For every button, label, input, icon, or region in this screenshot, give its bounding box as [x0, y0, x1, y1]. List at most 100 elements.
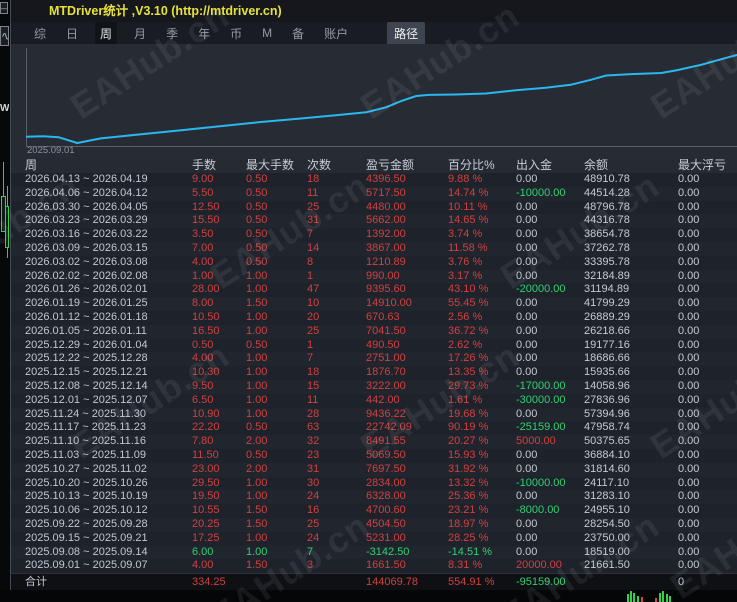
cell-lots: 29.50 [192, 476, 220, 489]
table-row[interactable]: 2025.10.27 ~ 2025.11.02 23.00 2.00 31 7697.5… [11, 462, 737, 477]
menu-item-6[interactable]: 年 [195, 22, 213, 45]
cell-week: 2025.12.01 ~ 2025.12.07 [25, 393, 148, 406]
cell-count: 32 [307, 435, 320, 448]
table-row[interactable]: 2026.01.05 ~ 2026.01.11 16.50 1.00 25 7041.5… [11, 324, 737, 339]
cell-lots: 6.50 [192, 393, 214, 406]
path-button[interactable]: 路径 [387, 21, 426, 45]
table-row[interactable]: 2025.09.08 ~ 2025.09.14 6.00 1.00 7 -3142.50… [11, 545, 737, 560]
table-row[interactable]: 2026.01.12 ~ 2026.01.18 10.50 1.00 20 670.63… [11, 310, 737, 325]
cell-max_lots: 1.00 [246, 310, 268, 323]
total-pct: 554.91 % [448, 576, 495, 589]
cell-count: 25 [307, 324, 320, 337]
cell-pct: 2.62 % [448, 338, 483, 351]
menu-item-4[interactable]: 月 [131, 22, 149, 45]
cell-week: 2026.04.13 ~ 2026.04.19 [25, 173, 148, 185]
table-row[interactable]: 2025.09.22 ~ 2025.09.28 20.25 1.50 25 4504.5… [11, 517, 737, 532]
table-row[interactable]: 2025.12.29 ~ 2026.01.04 0.50 0.50 1 490.50 2.… [11, 338, 737, 353]
cell-count: 63 [307, 421, 320, 434]
table-row[interactable]: 2026.04.06 ~ 2026.04.12 5.50 0.50 11 5717.50… [11, 186, 737, 201]
table-row[interactable]: 2025.11.10 ~ 2025.11.16 7.80 2.00 32 8491.55… [11, 435, 737, 449]
left-toolbar-icon[interactable]: ∿ [0, 26, 9, 46]
cell-max_float: 0.00 [678, 324, 700, 337]
menu-item-7[interactable]: 币 [227, 22, 245, 45]
cell-max_lots: 1.00 [246, 545, 268, 558]
total-lots: 334.25 [192, 576, 226, 589]
cell-balance: 21661.50 [584, 559, 630, 572]
cell-count: 25 [307, 200, 320, 213]
cell-lots: 5.50 [192, 186, 214, 199]
cell-pct: 18.97 % [448, 517, 489, 530]
table-row[interactable]: 2025.11.17 ~ 2025.11.23 22.20 0.50 63 22742.… [11, 421, 737, 436]
cell-max_float: 0.00 [678, 435, 700, 448]
cell-io: 0.00 [516, 173, 538, 185]
table-row[interactable]: 2026.04.13 ~ 2026.04.19 9.00 0.50 18 4396.50… [11, 173, 737, 187]
cell-balance: 48910.78 [584, 173, 630, 185]
cell-count: 7 [307, 545, 314, 558]
cell-max_lots: 2.00 [246, 435, 268, 448]
cell-lots: 4.00 [192, 255, 214, 268]
table-row[interactable]: 2025.12.22 ~ 2025.12.28 4.00 1.00 7 2751.00 1… [11, 352, 737, 367]
menu-item-8[interactable]: M [259, 23, 275, 43]
cell-week: 2026.04.06 ~ 2026.04.12 [25, 186, 148, 199]
table-row[interactable]: 2026.01.19 ~ 2026.01.25 8.00 1.50 10 14910.0… [11, 297, 737, 311]
column-header-1: 周 [25, 158, 38, 172]
table-row[interactable]: 2026.02.02 ~ 2026.02.08 1.00 1.00 1 990.00 3.… [11, 269, 737, 284]
window-minimize-icon[interactable]: — [0, 2, 8, 14]
cell-lots: 19.50 [192, 490, 220, 503]
cell-io: 0.00 [516, 545, 538, 558]
table-row[interactable]: 2026.03.23 ~ 2026.03.29 15.50 0.50 31 5662.0… [11, 214, 737, 229]
cell-balance: 31283.10 [584, 490, 630, 503]
cell-week: 2025.10.27 ~ 2025.11.02 [25, 462, 147, 475]
table-row[interactable]: 2025.09.01 ~ 2025.09.07 4.00 1.50 3 1661.50 8… [11, 559, 737, 574]
x-axis-line [26, 146, 737, 147]
cell-week: 2025.11.17 ~ 2025.11.23 [25, 421, 147, 434]
table-row[interactable]: 2025.10.06 ~ 2025.10.12 10.55 1.50 16 4700.6… [11, 504, 737, 518]
table-row[interactable]: 2025.12.15 ~ 2025.12.21 10.30 1.00 18 1876.7… [11, 366, 737, 380]
cell-io: 0.00 [516, 407, 538, 420]
cell-week: 2025.11.10 ~ 2025.11.16 [25, 435, 147, 448]
cell-lots: 16.50 [192, 324, 220, 337]
total-balance [574, 574, 668, 590]
table-row[interactable]: 2025.10.20 ~ 2025.10.26 29.50 1.00 30 2834.0… [11, 476, 737, 491]
cell-pl: 7697.50 [366, 462, 406, 475]
cell-pct: 17.26 % [448, 352, 489, 365]
menu-item-1[interactable]: 综 [31, 22, 49, 45]
menu-item-3[interactable]: 周 [95, 21, 118, 45]
table-row[interactable]: 2026.03.02 ~ 2026.03.08 4.00 0.50 8 1210.89 3… [11, 255, 737, 270]
table-row[interactable]: 2026.01.26 ~ 2026.02.01 28.00 1.00 47 9395.6… [11, 283, 737, 298]
table-body: 2026.04.13 ~ 2026.04.19 9.00 0.50 18 4396.50… [11, 173, 737, 574]
table-row[interactable]: 2026.03.30 ~ 2026.04.05 12.50 0.50 25 4480.0… [11, 200, 737, 215]
table-row[interactable]: 2025.11.24 ~ 2025.11.30 10.90 1.00 28 9436.2… [11, 407, 737, 422]
menu-item-2[interactable]: 日 [63, 22, 81, 45]
cell-pct: 29.73 % [448, 379, 489, 392]
cell-max_float: 0.00 [678, 476, 700, 489]
cell-max_float: 0.00 [678, 545, 700, 558]
cell-pl: 1876.70 [366, 366, 406, 379]
cell-count: 47 [307, 283, 320, 296]
table-row[interactable]: 2026.03.16 ~ 2026.03.22 3.50 0.50 7 1392.00 3… [11, 228, 737, 242]
table-row[interactable]: 2025.12.01 ~ 2025.12.07 6.50 1.00 11 442.00 1… [11, 393, 737, 408]
cell-balance: 38654.78 [584, 228, 630, 241]
cell-lots: 11.50 [192, 448, 219, 461]
table-row[interactable]: 2025.12.08 ~ 2025.12.14 9.50 1.00 15 3222.00… [11, 379, 737, 394]
total-io: -95159.00 [516, 576, 566, 589]
cell-max_lots: 0.50 [246, 228, 268, 241]
cell-io: -10000.00 [516, 476, 566, 489]
table-row[interactable]: 2025.10.13 ~ 2025.10.19 19.50 1.00 24 6328.0… [11, 490, 737, 505]
cell-io: -8000.00 [516, 504, 560, 517]
menu-item-10[interactable]: 账户 [321, 22, 351, 45]
cell-pct: 19.68 % [448, 407, 489, 420]
table-row[interactable]: 2025.09.15 ~ 2025.09.21 17.25 1.00 24 5231.0… [11, 531, 737, 546]
cell-balance: 32184.89 [584, 269, 630, 282]
cell-max_lots: 2.00 [246, 462, 268, 475]
cell-week: 2026.01.26 ~ 2026.02.01 [25, 283, 148, 296]
menu-item-9[interactable]: 备 [289, 22, 307, 45]
cell-pct: 2.56 % [448, 310, 483, 323]
cell-count: 10 [307, 297, 320, 310]
cell-max_float: 0.00 [678, 379, 700, 392]
cell-max_float: 0.00 [678, 255, 700, 268]
menu-item-5[interactable]: 季 [163, 22, 181, 45]
table-row[interactable]: 2026.03.09 ~ 2026.03.15 7.00 0.50 14 3867.00… [11, 241, 737, 256]
table-row[interactable]: 2025.11.03 ~ 2025.11.09 11.50 0.50 23 5069.5… [11, 448, 737, 463]
chart-period-letter: W [0, 103, 9, 114]
